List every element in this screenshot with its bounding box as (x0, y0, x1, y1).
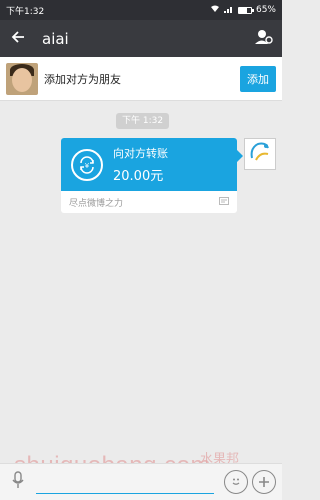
more-button[interactable] (252, 470, 276, 494)
add-friend-bar: 添加对方为朋友 添加 (0, 57, 282, 101)
bird-logo-icon (246, 138, 274, 170)
plus-icon (258, 473, 270, 492)
card-arrow (237, 150, 243, 162)
message-input[interactable] (36, 470, 214, 494)
transfer-badge-icon (219, 196, 229, 208)
emoji-button[interactable] (224, 470, 248, 494)
signal-icon (223, 5, 234, 16)
contact-avatar[interactable] (6, 62, 38, 95)
voice-button[interactable] (6, 470, 30, 494)
add-friend-text: 添加对方为朋友 (44, 72, 121, 86)
my-avatar[interactable] (244, 138, 276, 170)
message-timestamp: 下午 1:32 (116, 113, 170, 129)
transfer-note: 尽点微博之力 (69, 198, 124, 209)
arrow-left-icon (11, 29, 25, 48)
title-bar: aiai (0, 20, 282, 57)
transfer-label: 向对方转账 (113, 147, 168, 160)
battery-icon (237, 6, 254, 14)
wifi-icon (210, 5, 220, 16)
battery-percent: 65% (255, 5, 276, 15)
status-time: 下午1:32 (6, 6, 45, 17)
svg-text:¥: ¥ (85, 162, 90, 170)
back-button[interactable] (0, 20, 36, 57)
add-friend-button[interactable]: 添加 (240, 65, 276, 92)
input-bar (0, 463, 282, 500)
chat-title: aiai (42, 29, 69, 48)
status-bar: 下午1:32 65% (0, 0, 282, 20)
chat-info-button[interactable] (246, 20, 282, 57)
person-settings-icon (255, 29, 273, 49)
emoji-icon (229, 473, 243, 492)
microphone-icon (12, 471, 24, 493)
transfer-amount: 20.00元 (113, 169, 164, 184)
transfer-icon: ¥ (71, 148, 103, 181)
transfer-card[interactable]: ¥ 向对方转账 20.00元 尽点微博之力 (61, 138, 237, 213)
